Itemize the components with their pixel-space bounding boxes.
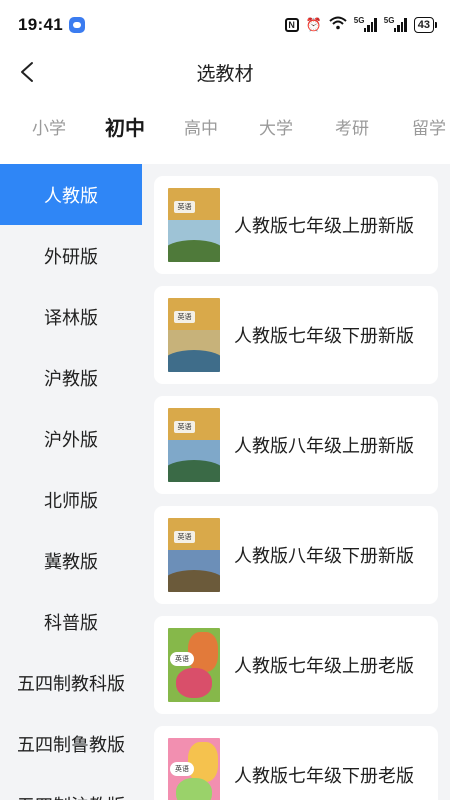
cover-hill (168, 460, 220, 482)
page-title: 选教材 (196, 63, 254, 85)
book-cover: 英语 (168, 518, 220, 592)
book-title: 人教版八年级上册新版 (234, 436, 414, 456)
publisher-item[interactable]: 五四制教科版 (0, 652, 142, 713)
status-time: 19:41 (18, 15, 63, 34)
signal-1-label: 5G (353, 16, 365, 25)
book-cover: 英语 (168, 408, 220, 482)
cover-hill (168, 350, 220, 372)
book-card[interactable]: 英语 人教版七年级上册新版 (154, 176, 438, 274)
publisher-item[interactable]: 译林版 (0, 286, 142, 347)
publisher-item[interactable]: 北师版 (0, 469, 142, 530)
wifi-icon (329, 16, 347, 35)
book-title: 人教版七年级下册新版 (234, 326, 414, 346)
book-cover: 英语 (168, 738, 220, 800)
publisher-item[interactable]: 沪教版 (0, 347, 142, 408)
alarm-icon: ⏰ (305, 17, 322, 33)
tab-primary[interactable]: 小学 (32, 114, 66, 139)
book-title: 人教版七年级上册老版 (234, 656, 414, 676)
cover-hill (168, 240, 220, 262)
publisher-item[interactable]: 科普版 (0, 591, 142, 652)
book-title: 人教版七年级下册老版 (234, 766, 414, 786)
book-title: 人教版七年级上册新版 (234, 216, 414, 236)
publisher-item[interactable]: 五四制鲁教版 (0, 713, 142, 774)
tab-junior-high[interactable]: 初中 (105, 112, 145, 141)
cover-scene (168, 330, 220, 372)
cover-label: 英语 (174, 421, 195, 433)
book-cover: 英语 (168, 298, 220, 372)
book-card[interactable]: 英语 人教版七年级下册老版 (154, 726, 438, 800)
chevron-left-icon (21, 62, 33, 82)
tab-study-abroad[interactable]: 留学 (412, 114, 446, 139)
cover-scene (168, 440, 220, 482)
header: 选教材 (0, 50, 450, 94)
publisher-list: 人教版 外研版 译林版 沪教版 沪外版 北师版 冀教版 科普版 五四制教科版 五… (0, 164, 142, 800)
status-bar: 19:41 N ⏰ 5G 5G 43 (0, 0, 450, 50)
nfc-icon: N (284, 18, 299, 32)
cover-scene (168, 550, 220, 592)
cover-label: 英语 (174, 531, 195, 543)
cover-hill (168, 570, 220, 592)
publisher-item[interactable]: 人教版 (0, 164, 142, 225)
book-card[interactable]: 英语 人教版七年级上册老版 (154, 616, 438, 714)
battery-level: 43 (417, 19, 430, 31)
tab-senior-high[interactable]: 高中 (184, 114, 218, 139)
book-card[interactable]: 英语 人教版八年级下册新版 (154, 506, 438, 604)
cover-label: 英语 (170, 652, 194, 666)
cover-scene (168, 220, 220, 262)
tab-university[interactable]: 大学 (259, 114, 293, 139)
signal-2-label: 5G (383, 16, 395, 25)
signal-1-icon: 5G (354, 16, 377, 32)
back-button[interactable] (12, 56, 42, 88)
status-icons: N ⏰ 5G 5G 43 (284, 16, 438, 35)
publisher-item[interactable]: 五四制沪教版 (0, 774, 142, 800)
book-list: 英语 人教版七年级上册新版 英语 人教版七年级下册新版 英语 人教版八年级上册新… (154, 176, 438, 800)
battery-icon: 43 (413, 17, 438, 33)
book-cover: 英语 (168, 628, 220, 702)
cover-label: 英语 (170, 762, 194, 776)
cover-label: 英语 (174, 311, 195, 323)
level-tabs: 小学 初中 高中 大学 考研 留学 (0, 104, 450, 150)
message-notification-icon (68, 17, 85, 33)
cover-label: 英语 (174, 201, 195, 213)
book-card[interactable]: 英语 人教版八年级上册新版 (154, 396, 438, 494)
tab-postgraduate[interactable]: 考研 (335, 114, 369, 139)
signal-2-icon: 5G (384, 16, 407, 32)
book-card[interactable]: 英语 人教版七年级下册新版 (154, 286, 438, 384)
book-cover: 英语 (168, 188, 220, 262)
publisher-item[interactable]: 冀教版 (0, 530, 142, 591)
publisher-item[interactable]: 外研版 (0, 225, 142, 286)
publisher-item[interactable]: 沪外版 (0, 408, 142, 469)
book-title: 人教版八年级下册新版 (234, 546, 414, 566)
content-area: 人教版 外研版 译林版 沪教版 沪外版 北师版 冀教版 科普版 五四制教科版 五… (0, 164, 450, 800)
